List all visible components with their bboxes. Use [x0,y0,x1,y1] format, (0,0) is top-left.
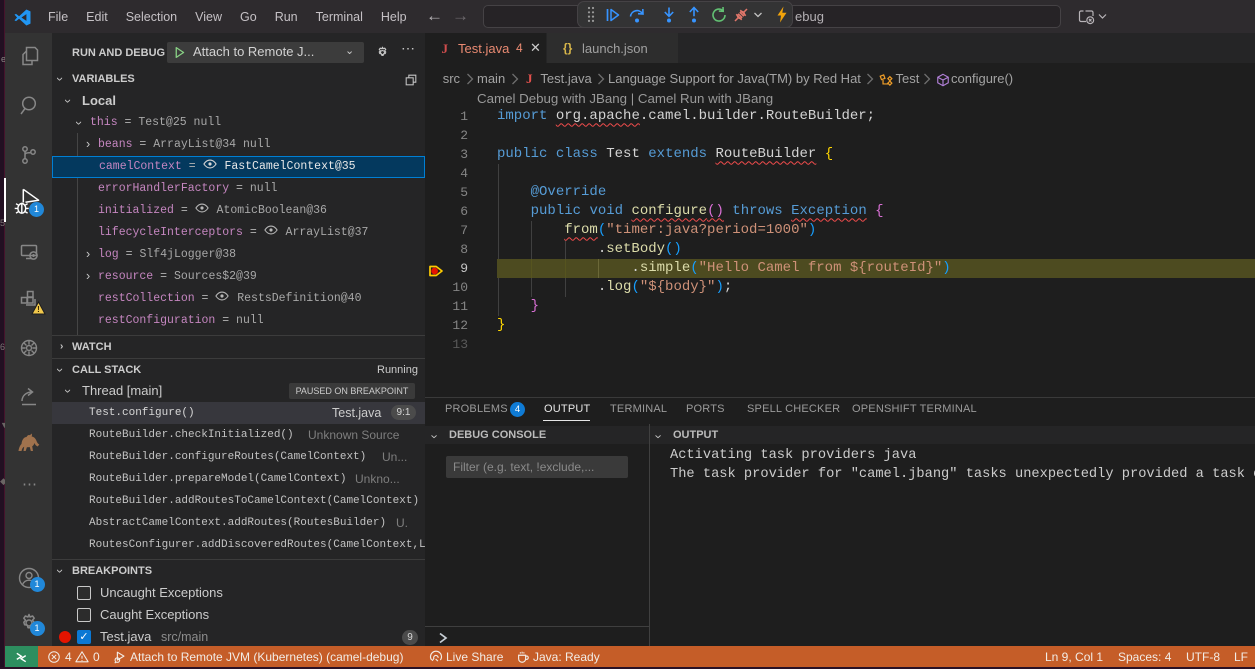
svg-text:!: ! [37,305,40,314]
